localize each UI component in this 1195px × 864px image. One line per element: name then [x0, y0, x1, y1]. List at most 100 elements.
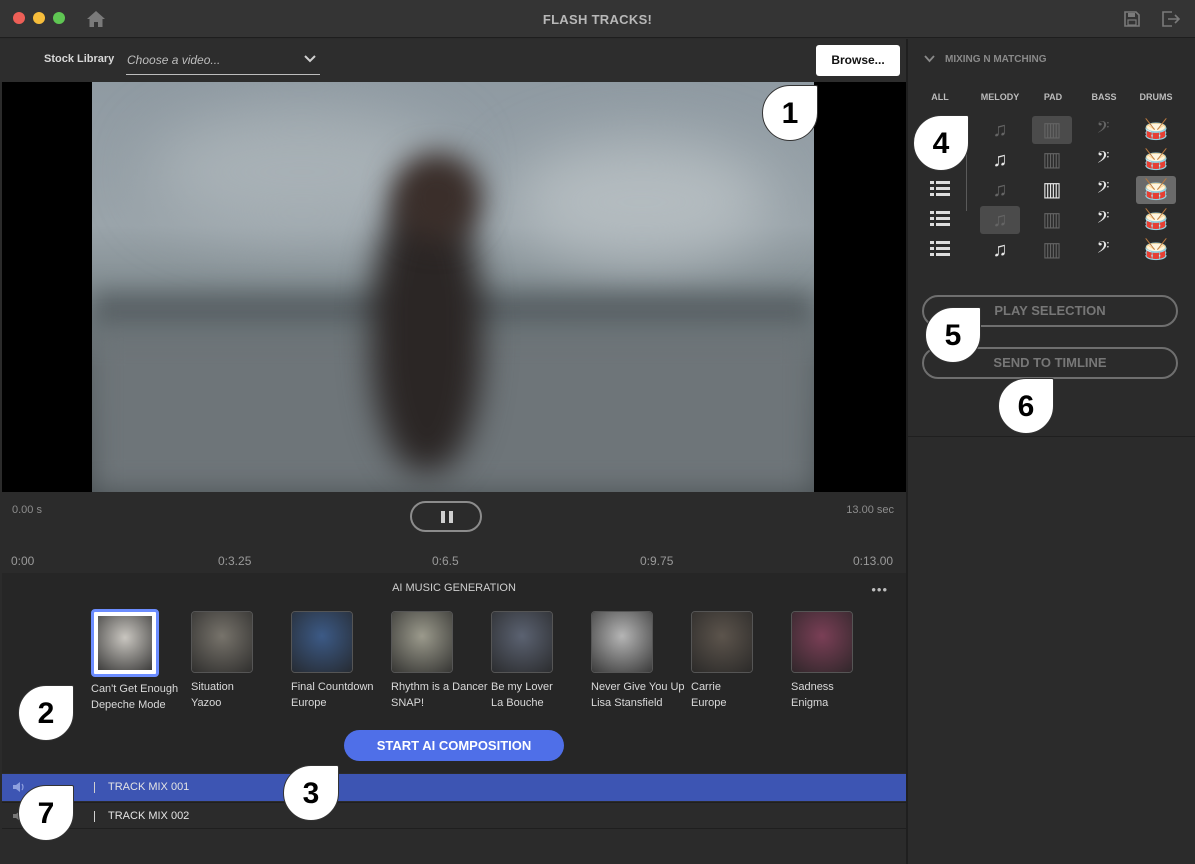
- list-icon[interactable]: [929, 240, 951, 258]
- track-name: TRACK MIX 002: [108, 810, 190, 822]
- melody-note-icon[interactable]: ♫: [980, 116, 1020, 144]
- time-end: 13.00 sec: [846, 504, 894, 516]
- column-header-melody: MELODY: [980, 92, 1020, 102]
- column-header-bass: BASS: [1091, 92, 1117, 102]
- track-row[interactable]: TRACK MIX 001: [2, 774, 906, 801]
- melody-note-icon[interactable]: ♫: [980, 206, 1020, 234]
- time-start: 0.00 s: [12, 504, 42, 516]
- column-header-drums: DRUMS: [1139, 92, 1173, 102]
- track-name: TRACK MIX 001: [108, 781, 190, 793]
- chevron-down-icon: [304, 55, 316, 63]
- album-art: [292, 612, 352, 672]
- timeline-tick: 0:6.5: [432, 554, 459, 568]
- album-card[interactable]: Situation Yazoo: [191, 611, 301, 711]
- album-artist: Depeche Mode: [91, 699, 166, 711]
- divider: [94, 811, 95, 822]
- album-cover: [791, 611, 853, 673]
- album-artist: Europe: [291, 697, 327, 709]
- album-card[interactable]: Carrie Europe: [691, 611, 801, 711]
- album-title: Be my Lover: [491, 681, 553, 693]
- pad-piano-icon[interactable]: ▥: [1032, 116, 1072, 144]
- callout-marker: 3: [283, 765, 339, 821]
- album-cover: [91, 609, 159, 677]
- album-card[interactable]: Rhythm is a Dancer SNAP!: [391, 611, 501, 711]
- album-title: Never Give You Up: [591, 681, 685, 693]
- playback-bar: 0.00 s 13.00 sec 0:00 0:3.25 0:6.5 0:9.7…: [0, 492, 906, 572]
- bass-clef-icon[interactable]: 𝄢: [1083, 176, 1123, 204]
- bass-clef-icon[interactable]: 𝄢: [1083, 116, 1123, 144]
- pause-button[interactable]: [410, 501, 482, 532]
- album-card[interactable]: Final Countdown Europe: [291, 611, 401, 711]
- timeline-tick: 0:3.25: [218, 554, 252, 568]
- column-header-all: ALL: [931, 92, 949, 102]
- bass-clef-icon[interactable]: 𝄢: [1083, 146, 1123, 174]
- bass-clef-icon[interactable]: 𝄢: [1083, 236, 1123, 264]
- chevron-down-icon: [924, 55, 935, 63]
- save-icon[interactable]: [1124, 11, 1140, 27]
- album-title: Final Countdown: [291, 681, 374, 693]
- album-artist: Europe: [691, 697, 727, 709]
- album-cover: [291, 611, 353, 673]
- album-art: [592, 612, 652, 672]
- callout-marker: 6: [998, 378, 1054, 434]
- video-select[interactable]: Choose a video...: [126, 49, 320, 75]
- album-art: [792, 612, 852, 672]
- browse-button[interactable]: Browse...: [816, 45, 900, 76]
- album-artist: SNAP!: [391, 697, 425, 709]
- album-card[interactable]: Be my Lover La Bouche: [491, 611, 601, 711]
- melody-note-icon[interactable]: ♫: [980, 236, 1020, 264]
- app-title: FLASH TRACKS!: [542, 12, 653, 27]
- album-art: [492, 612, 552, 672]
- album-cover: [491, 611, 553, 673]
- video-player[interactable]: [2, 82, 906, 492]
- list-icon[interactable]: [929, 210, 951, 228]
- album-title: Sadness: [791, 681, 834, 693]
- callout-marker: 4: [913, 115, 969, 171]
- pad-piano-icon[interactable]: ▥: [1032, 206, 1072, 234]
- list-icon[interactable]: [929, 180, 951, 198]
- drum-icon[interactable]: 🥁: [1136, 236, 1176, 264]
- album-cover: [691, 611, 753, 673]
- drum-icon[interactable]: 🥁: [1136, 176, 1176, 204]
- mixing-title: MIXING N MATCHING: [945, 54, 1047, 65]
- divider: [94, 782, 95, 793]
- melody-note-icon[interactable]: ♫: [980, 176, 1020, 204]
- album-artist: Yazoo: [191, 697, 222, 709]
- album-title: Rhythm is a Dancer: [391, 681, 488, 693]
- track-row[interactable]: TRACK MIX 002: [2, 802, 906, 829]
- column-header-pad: PAD: [1043, 92, 1063, 102]
- callout-marker: 7: [18, 785, 74, 841]
- album-card[interactable]: Sadness Enigma: [791, 611, 901, 711]
- video-select-value: Choose a video...: [127, 53, 221, 67]
- main-panel: Stock Library Choose a video... Browse..…: [0, 39, 906, 864]
- more-options-icon[interactable]: •••: [871, 582, 888, 597]
- album-title: Can't Get Enough: [91, 683, 179, 695]
- speaker-icon[interactable]: [12, 781, 26, 793]
- exit-icon[interactable]: [1161, 10, 1181, 28]
- pause-icon: [441, 511, 445, 523]
- drum-icon[interactable]: 🥁: [1136, 116, 1176, 144]
- album-artist: Enigma: [791, 697, 829, 709]
- pad-piano-icon[interactable]: ▥: [1032, 176, 1072, 204]
- start-ai-composition-button[interactable]: START AI COMPOSITION: [344, 730, 564, 761]
- title-bar: FLASH TRACKS!: [0, 0, 1195, 38]
- timeline-tick: 0:00: [11, 554, 35, 568]
- drum-icon[interactable]: 🥁: [1136, 146, 1176, 174]
- pad-piano-icon[interactable]: ▥: [1032, 236, 1072, 264]
- bass-clef-icon[interactable]: 𝄢: [1083, 206, 1123, 234]
- album-title: Situation: [191, 681, 234, 693]
- drum-icon[interactable]: 🥁: [1136, 206, 1176, 234]
- album-card[interactable]: Can't Get Enough Depeche Mode: [91, 609, 201, 713]
- album-art: [692, 612, 752, 672]
- album-cover: [591, 611, 653, 673]
- album-cover: [391, 611, 453, 673]
- video-frame: [92, 82, 814, 492]
- mixing-header[interactable]: MIXING N MATCHING: [908, 51, 1195, 71]
- pad-piano-icon[interactable]: ▥: [1032, 146, 1072, 174]
- callout-marker: 5: [925, 307, 981, 363]
- album-card[interactable]: Never Give You Up Lisa Stansfield: [591, 611, 701, 711]
- melody-note-icon[interactable]: ♫: [980, 146, 1020, 174]
- album-art: [392, 612, 452, 672]
- timeline-tick: 0:13.00: [853, 554, 894, 568]
- stock-library-label: Stock Library: [44, 53, 115, 65]
